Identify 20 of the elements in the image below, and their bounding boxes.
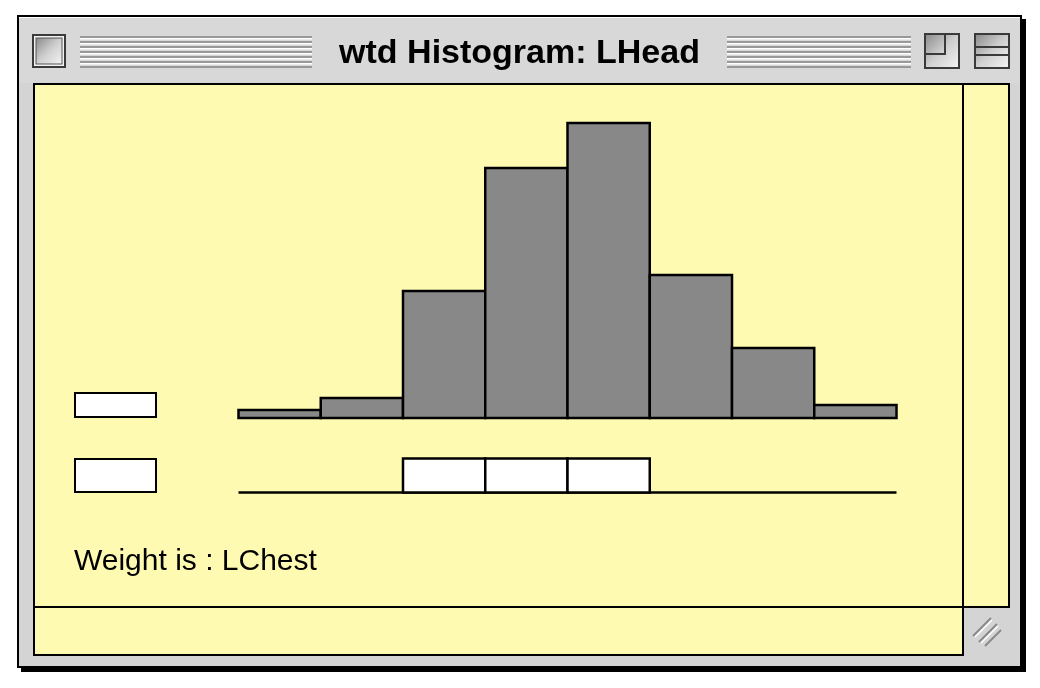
histogram-bin[interactable] [319,396,405,420]
histogram-bin[interactable] [813,403,898,420]
zoom-box-icon [924,32,960,69]
histogram-bin[interactable] [648,273,734,420]
histogram-bin[interactable] [237,408,322,420]
title-bar[interactable]: wtd Histogram: LHead [19,17,1020,83]
title-stripes-icon [80,33,312,68]
collapse-button[interactable] [974,32,1010,69]
resize-grip-icon [971,616,1003,648]
close-box-icon [32,33,66,68]
selected-histogram-bin[interactable] [401,289,487,494]
selected-histogram-bin[interactable] [484,166,569,494]
selected-histogram-bin[interactable] [566,121,651,494]
histogram-bin[interactable] [730,346,816,420]
window-title: wtd Histogram: LHead [338,30,701,71]
collapse-box-icon [974,32,1010,69]
weight-label: Weight is : LChest [74,543,317,577]
close-button[interactable] [32,33,66,68]
zoom-button[interactable] [924,32,960,69]
title-stripes-icon [727,33,911,68]
